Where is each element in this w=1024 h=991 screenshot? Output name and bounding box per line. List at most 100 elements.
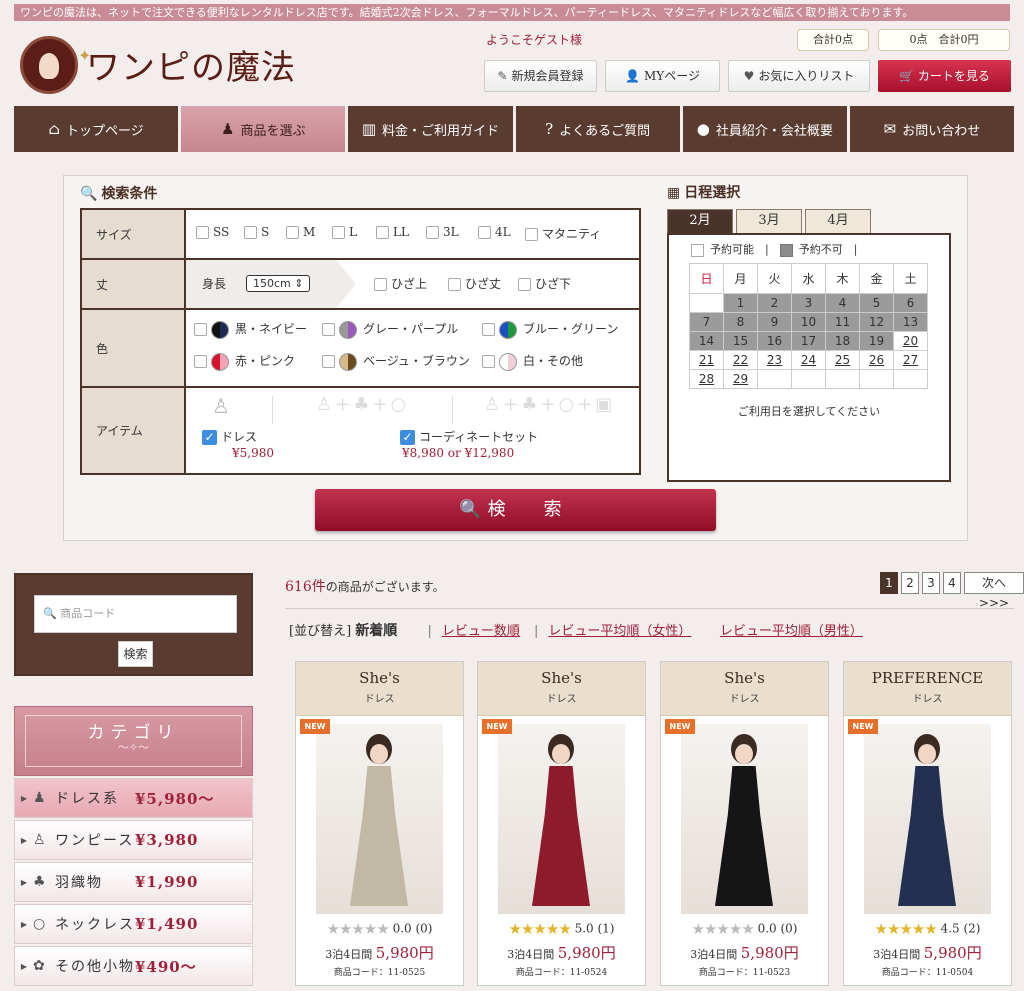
top-announcement-bar: ワンピの魔法は、ネットで注文できる便利なレンタルドレス店です。結婚式2次会ドレス… xyxy=(14,4,1010,21)
color-option[interactable]: 白・その他 xyxy=(482,352,583,371)
page-2[interactable]: 2 xyxy=(901,572,919,594)
favorites-button[interactable]: ♥ お気に入りリスト xyxy=(728,60,870,92)
calendar-day: 1 xyxy=(724,294,758,313)
height-select[interactable]: 150cm ⇕ xyxy=(246,275,311,292)
product-card[interactable]: She's ドレス NEW ★★★★★ 0.0 (0) 3泊4日間 5,980円 商品コー… xyxy=(660,661,829,986)
category-item-necklace[interactable]: ▶ ○ ネックレス ¥1,490 xyxy=(14,904,253,944)
size-option[interactable]: LL xyxy=(376,225,409,239)
next-page[interactable]: 次へ>>> xyxy=(964,572,1024,610)
calendar-day[interactable]: 22 xyxy=(724,351,758,370)
page-1[interactable]: 1 xyxy=(880,572,898,594)
color-option[interactable]: ベージュ・ブラウン xyxy=(322,352,470,371)
product-price: 3泊4日間 5,980円 xyxy=(873,944,982,962)
calendar-day[interactable]: 28 xyxy=(690,370,724,389)
tab-month-feb[interactable]: 2月 xyxy=(667,209,733,233)
calendar-day[interactable]: 25 xyxy=(826,351,860,370)
product-card[interactable]: She's ドレス NEW ★★★★★ 5.0 (1) 3泊4日間 5,980円 商品コー… xyxy=(477,661,646,986)
category-item-jacket[interactable]: ▶ ♣ 羽織物 ¥1,990 xyxy=(14,862,253,902)
calendar-empty xyxy=(894,370,928,389)
category-item-onepiece[interactable]: ▶ ♙ ワンピース ¥3,980 xyxy=(14,820,253,860)
product-image[interactable] xyxy=(864,724,991,914)
dress-icon: ♟ xyxy=(33,790,46,806)
calendar-day[interactable]: 23 xyxy=(758,351,792,370)
nav-company[interactable]: ● 社員紹介・会社概要 xyxy=(682,106,847,152)
category-item-accessories[interactable]: ▶ ✿ その他小物 ¥490〜 xyxy=(14,946,253,986)
length-option[interactable]: ひざ丈 xyxy=(448,275,501,292)
weekday-header: 金 xyxy=(860,264,894,294)
color-option[interactable]: 赤・ピンク xyxy=(194,352,295,371)
size-option[interactable]: M xyxy=(286,225,315,239)
sort-review-count[interactable]: レビュー数順 xyxy=(442,624,520,639)
calendar-empty xyxy=(690,294,724,313)
category-item-dress[interactable]: ▶ ♟ ドレス系 ¥5,980〜 xyxy=(14,778,253,818)
cart-button[interactable]: 🛒 カートを見る xyxy=(878,60,1011,92)
calendar-day[interactable]: 29 xyxy=(724,370,758,389)
nav-contact[interactable]: ✉ お問い合わせ xyxy=(849,106,1015,152)
product-code-search-button[interactable]: 検索 xyxy=(118,641,153,667)
nav-top[interactable]: ⌂ トップページ xyxy=(14,106,179,152)
calendar-day: 8 xyxy=(724,313,758,332)
product-card[interactable]: She's ドレス NEW ★★★★★ 0.0 (0) 3泊4日間 5,980円 商品コー… xyxy=(295,661,464,986)
product-code-input[interactable]: 🔍 商品コード xyxy=(34,595,237,633)
item-row: アイテム ♙ ♙+♣+○ ♙+♣+○+▣ ✓ ドレス ¥5,980 ✓ コーディネー… xyxy=(82,388,639,473)
product-image[interactable] xyxy=(316,724,443,914)
calendar-day[interactable]: 20 xyxy=(894,332,928,351)
calendar-day: 9 xyxy=(758,313,792,332)
nav-guide[interactable]: ▥ 料金・ご利用ガイド xyxy=(348,106,513,152)
product-rating: ★★★★★ 4.5 (2) xyxy=(874,920,981,938)
size-option[interactable]: SS xyxy=(196,225,229,239)
calendar-day: 19 xyxy=(860,332,894,351)
sort-review-male[interactable]: レビュー平均順（男性） xyxy=(720,624,863,639)
nav-faq[interactable]: ? よくあるご質問 xyxy=(515,106,680,152)
size-option[interactable]: マタニティ xyxy=(525,225,601,242)
length-option[interactable]: ひざ上 xyxy=(374,275,427,292)
tab-month-mar[interactable]: 3月 xyxy=(736,209,802,233)
item-label: アイテム xyxy=(82,388,186,473)
register-button[interactable]: ✎ 新規会員登録 xyxy=(484,60,597,92)
weekday-header: 日 xyxy=(690,264,724,294)
sort-review-female[interactable]: レビュー平均順（女性） xyxy=(548,624,691,639)
calendar-day[interactable]: 21 xyxy=(690,351,724,370)
weekday-header: 水 xyxy=(792,264,826,294)
tab-month-apr[interactable]: 4月 xyxy=(805,209,871,233)
color-swatch xyxy=(499,352,517,371)
product-image[interactable] xyxy=(681,724,808,914)
color-option[interactable]: グレー・パープル xyxy=(322,320,458,339)
calendar-day[interactable]: 24 xyxy=(792,351,826,370)
nav-products[interactable]: ♟ 商品を選ぶ xyxy=(181,106,346,152)
product-rating: ★★★★★ 0.0 (0) xyxy=(691,920,798,938)
color-option[interactable]: ブルー・グリーン xyxy=(482,320,618,339)
page-4[interactable]: 4 xyxy=(943,572,961,594)
size-option[interactable]: L xyxy=(332,225,357,239)
calendar-legend: 予約可能 | 予約不可 | xyxy=(691,241,857,257)
length-row: 丈 身長 150cm ⇕ ひざ上 ひざ丈 ひざ下 xyxy=(82,260,639,310)
calendar-day[interactable]: 27 xyxy=(894,351,928,370)
product-card[interactable]: PREFERENCE ドレス NEW ★★★★★ 4.5 (2) 3泊4日間 5,980… xyxy=(843,661,1012,986)
calendar-day: 18 xyxy=(826,332,860,351)
length-option[interactable]: ひざ下 xyxy=(518,275,571,292)
mypage-button[interactable]: 👤 MYページ xyxy=(605,60,720,92)
product-type: ドレス xyxy=(546,694,577,705)
calendar-day[interactable]: 26 xyxy=(860,351,894,370)
necklace-icon: ○ xyxy=(33,916,46,932)
size-option[interactable]: 4L xyxy=(478,225,511,239)
product-image[interactable] xyxy=(498,724,625,914)
ornament-icon: ～✧～ xyxy=(117,741,150,754)
sort-current: 新着順 xyxy=(355,623,398,639)
color-row: 色 黒・ネイビー グレー・パープル ブルー・グリーン 赤・ピンク ベージュ・ブラウン 白・… xyxy=(82,310,639,388)
color-option[interactable]: 黒・ネイビー xyxy=(194,320,307,339)
calendar-title: ▦ 日程選択 xyxy=(667,185,741,201)
weekday-header: 土 xyxy=(894,264,928,294)
star-rating-icon: ★★★★★ xyxy=(326,920,390,938)
search-button[interactable]: 🔍 検 索 xyxy=(315,489,716,531)
size-option[interactable]: 3L xyxy=(426,225,459,239)
page-3[interactable]: 3 xyxy=(922,572,940,594)
site-logo[interactable]: ✦ ワンピの魔法 xyxy=(20,34,300,96)
coord-checkbox[interactable]: ✓ コーディネートセット xyxy=(400,428,538,445)
dress-checkbox[interactable]: ✓ ドレス xyxy=(202,428,257,445)
pencil-icon: ✎ xyxy=(497,69,508,83)
logo-emblem-icon xyxy=(20,36,78,94)
size-option[interactable]: S xyxy=(244,225,269,239)
calendar-day: 15 xyxy=(724,332,758,351)
sort-label: [並び替え] xyxy=(289,624,352,639)
